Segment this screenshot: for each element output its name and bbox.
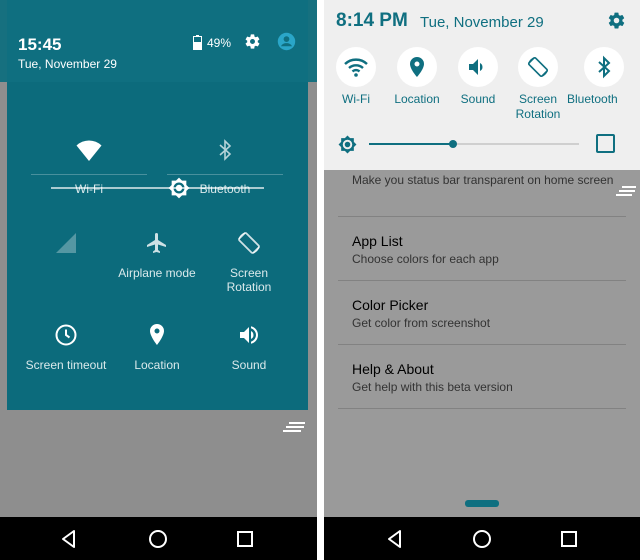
navigation-bar [324,517,640,560]
tile-location[interactable]: Location [385,47,449,127]
location-pin-icon [150,324,164,345]
tile-label: Airplane mode [118,266,196,280]
back-icon[interactable] [384,528,406,550]
tile-screen-rotation[interactable]: Screen Rotation [207,230,291,294]
tile-bluetooth[interactable]: Bluetooth [567,47,636,127]
list-item-color-picker[interactable]: Color Picker Get color from screenshot [352,297,614,330]
list-divider [338,408,626,409]
auto-brightness-checkbox[interactable] [596,134,615,153]
left-screenshot: 15:45 Tue, November 29 49% Wi-Fi Bluetoo… [0,0,317,560]
tile-label-line1: Screen [518,92,558,106]
navigation-bar [0,517,317,560]
clock: 15:45 [18,35,62,54]
tile-button[interactable] [458,47,498,87]
tile-label: Bluetooth [567,92,618,106]
list-divider [338,216,626,217]
cell-signal-icon [56,233,76,253]
tile-wifi[interactable]: Wi-Fi [324,47,388,127]
tile-button[interactable] [336,47,376,87]
tile-divider [31,174,147,175]
list-item-title: App List [352,233,403,249]
list-item-title: Help & About [352,361,434,377]
tile-label: Screen Rotation [500,92,576,122]
tile-button[interactable] [397,47,437,87]
right-screenshot: Make you status bar transparent on home … [324,0,640,560]
list-item-app-list[interactable]: App List Choose colors for each app [352,233,614,266]
tile-label: Screen timeout [25,358,107,372]
home-icon[interactable] [471,528,493,550]
list-item-subtitle: Make you status bar transparent on home … [352,173,614,187]
tile-label: Location [134,358,180,372]
list-item-subtitle: Get color from screenshot [352,316,491,330]
back-icon[interactable] [58,528,80,550]
list-item-subtitle: Get help with this beta version [352,380,513,394]
tile-label: Bluetooth [199,182,251,196]
tile-wifi[interactable]: Wi-Fi [31,136,147,196]
gear-icon[interactable] [607,11,626,30]
wifi-icon [76,140,102,161]
rotation-icon [527,56,549,78]
list-item-help-about[interactable]: Help & About Get help with this beta ver… [352,361,614,394]
brightness-slider-thumb[interactable] [449,140,457,148]
recents-icon[interactable] [558,528,580,550]
clock: 8:14 PM [336,10,408,31]
date: Tue, November 29 [18,57,117,71]
drag-handle-icon[interactable] [283,422,305,434]
brightness-slider-fill [369,143,453,145]
tile-label: Screen Rotation [226,266,272,294]
tile-screen-rotation[interactable]: Screen Rotation [506,47,570,127]
brightness-sun-icon [338,135,357,154]
location-pin-icon [410,57,424,77]
clock-icon [55,324,77,346]
tile-airplane-mode[interactable]: Airplane mode [115,230,199,290]
list-divider [338,344,626,345]
tile-label: Wi-Fi [75,182,103,196]
quick-settings-header: 15:45 Tue, November 29 49% [7,0,308,82]
date: Tue, November 29 [420,14,544,31]
rotation-icon [238,232,260,254]
tile-button[interactable] [518,47,558,87]
tile-sound[interactable]: Sound [207,322,291,382]
speaker-icon [240,326,258,344]
tile-label-line2: Rotation [515,107,561,121]
tile-button[interactable] [584,47,624,87]
airplane-icon [147,233,166,253]
wifi-icon [344,58,368,77]
tile-bluetooth[interactable]: Bluetooth [167,136,283,196]
home-icon[interactable] [147,528,169,550]
list-divider [338,280,626,281]
list-item-title: Color Picker [352,297,429,313]
list-item-subtitle: Choose colors for each app [352,252,499,266]
bluetooth-icon [598,55,611,79]
tile-screen-timeout[interactable]: Screen timeout [25,322,107,382]
speaker-icon [469,59,483,75]
tile-cell-signal[interactable] [25,230,107,290]
tile-divider [167,174,283,175]
quick-settings-panel: Wi-Fi Bluetooth Airplane mode Screen Rot… [7,82,308,410]
gear-icon[interactable] [244,33,261,50]
scroll-indicator [465,500,499,507]
battery-icon [193,35,202,50]
quick-settings-shade: 8:14 PM Tue, November 29 Wi-Fi Location … [324,0,640,170]
recents-icon[interactable] [234,528,256,550]
drag-handle-icon[interactable] [616,186,636,198]
user-avatar-icon[interactable] [277,32,296,51]
bluetooth-icon [219,139,232,161]
battery-percent: 49% [207,36,232,50]
tile-location[interactable]: Location [115,322,199,382]
tile-label: Sound [231,358,267,372]
